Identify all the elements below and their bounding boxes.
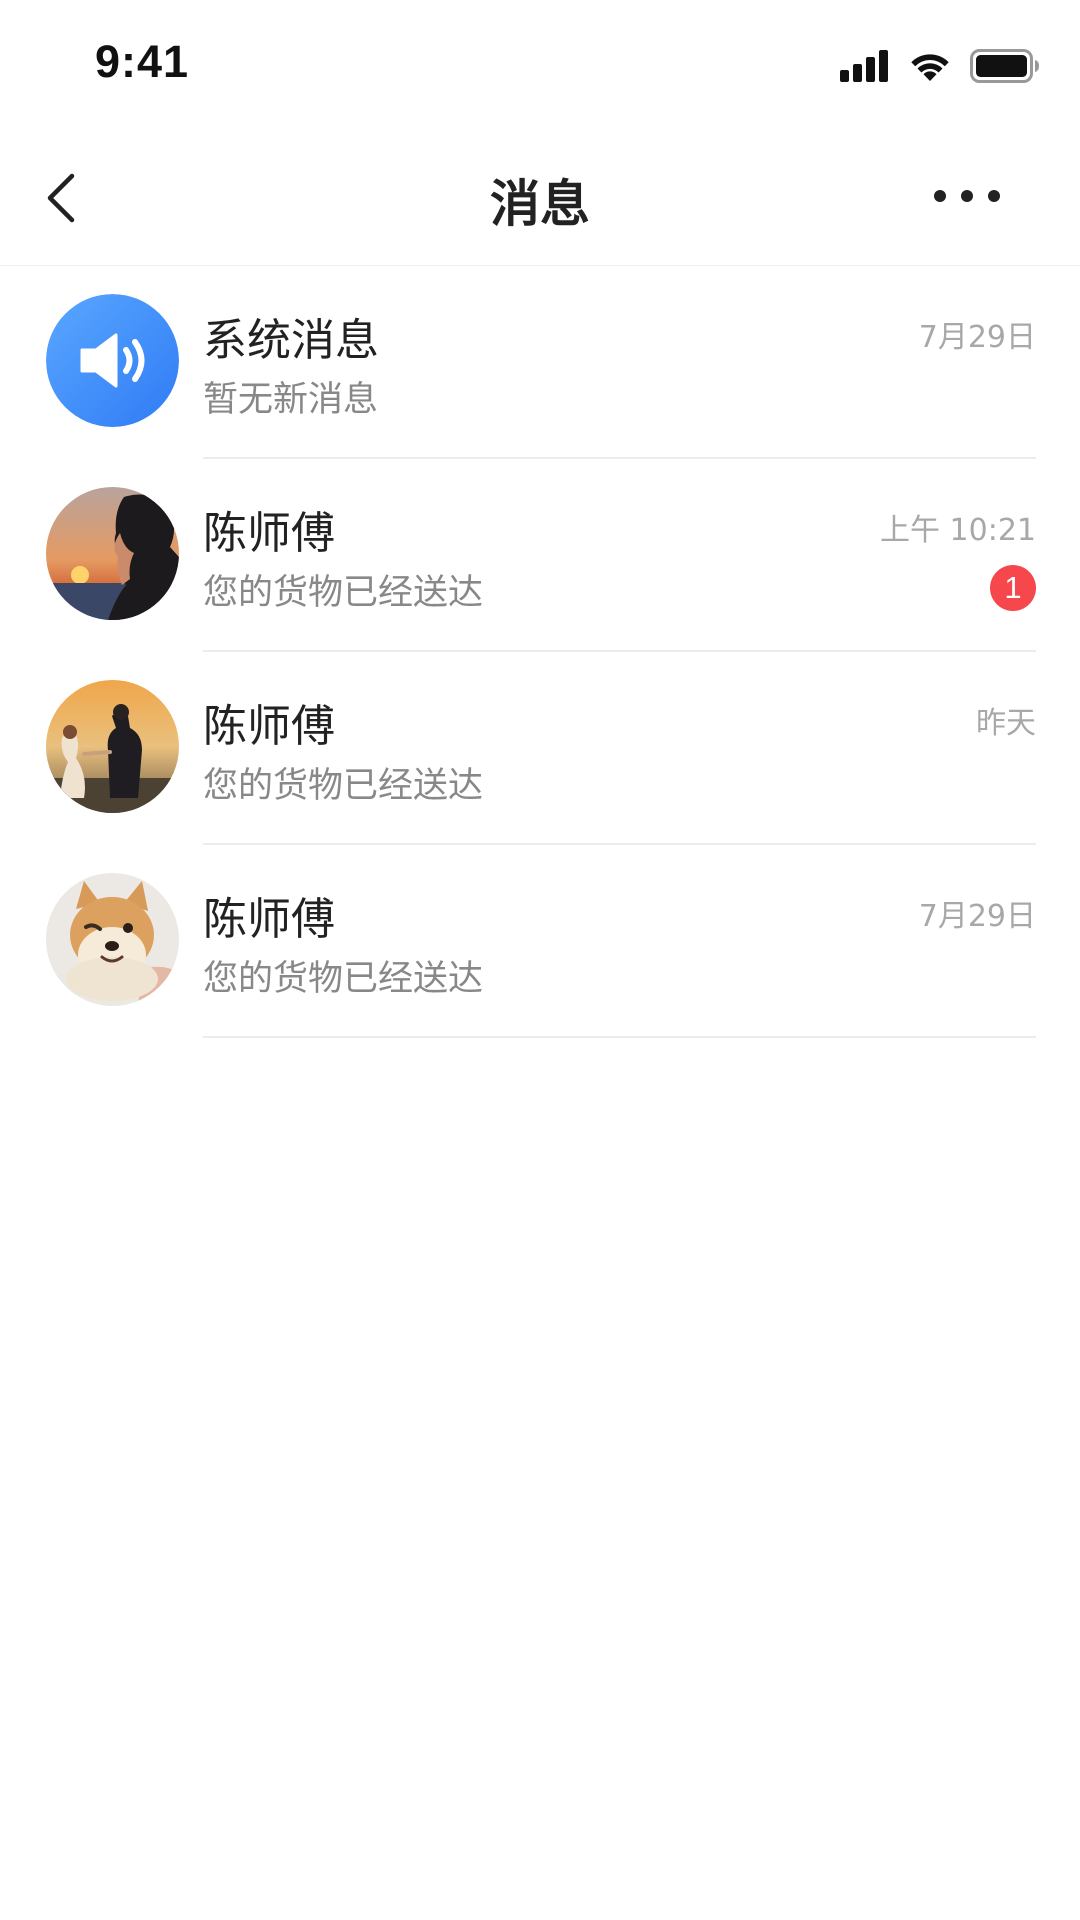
message-preview: 您的货物已经送达 xyxy=(203,959,484,999)
avatar xyxy=(46,294,179,427)
message-time: 上午 10:21 xyxy=(880,513,1036,548)
divider xyxy=(203,1036,1036,1038)
status-time: 9:41 xyxy=(95,36,190,87)
battery-icon xyxy=(970,49,1039,83)
message-list: 系统消息 暂无新消息 7月29日 陈师傅 您的货物已经送达 上午 10:21 1… xyxy=(0,266,1080,1038)
avatar xyxy=(46,873,179,1006)
avatar xyxy=(46,487,179,620)
page-title: 消息 xyxy=(490,175,590,233)
contact-name: 系统消息 xyxy=(203,315,379,366)
avatar-photo-man-sunset xyxy=(46,487,179,620)
nav-bar: 消息 xyxy=(0,130,1080,266)
message-preview: 您的货物已经送达 xyxy=(203,766,484,806)
message-time: 7月29日 xyxy=(918,899,1036,934)
avatar-photo-couple-sunset xyxy=(46,680,179,813)
avatar-photo-shiba-dog xyxy=(46,873,179,1006)
contact-name: 陈师傅 xyxy=(203,701,335,752)
status-bar: 9:41 xyxy=(0,0,1080,130)
unread-badge: 1 xyxy=(990,565,1036,611)
speaker-icon xyxy=(46,294,179,427)
message-item[interactable]: 陈师傅 您的货物已经送达 7月29日 xyxy=(0,845,1080,1038)
message-time: 昨天 xyxy=(976,706,1036,741)
message-time: 7月29日 xyxy=(918,320,1036,355)
message-item[interactable]: 陈师傅 您的货物已经送达 上午 10:21 1 xyxy=(0,459,1080,652)
wifi-icon xyxy=(911,54,949,81)
cellular-signal-icon xyxy=(840,50,888,82)
contact-name: 陈师傅 xyxy=(203,508,335,559)
contact-name: 陈师傅 xyxy=(203,894,335,945)
avatar xyxy=(46,680,179,813)
message-preview: 暂无新消息 xyxy=(203,380,379,420)
status-icons xyxy=(840,46,1040,86)
message-item[interactable]: 陈师傅 您的货物已经送达 昨天 xyxy=(0,652,1080,845)
message-item-system[interactable]: 系统消息 暂无新消息 7月29日 xyxy=(0,266,1080,459)
message-preview: 您的货物已经送达 xyxy=(203,573,484,613)
more-dots-icon xyxy=(934,190,1000,202)
more-button[interactable] xyxy=(932,176,1002,216)
